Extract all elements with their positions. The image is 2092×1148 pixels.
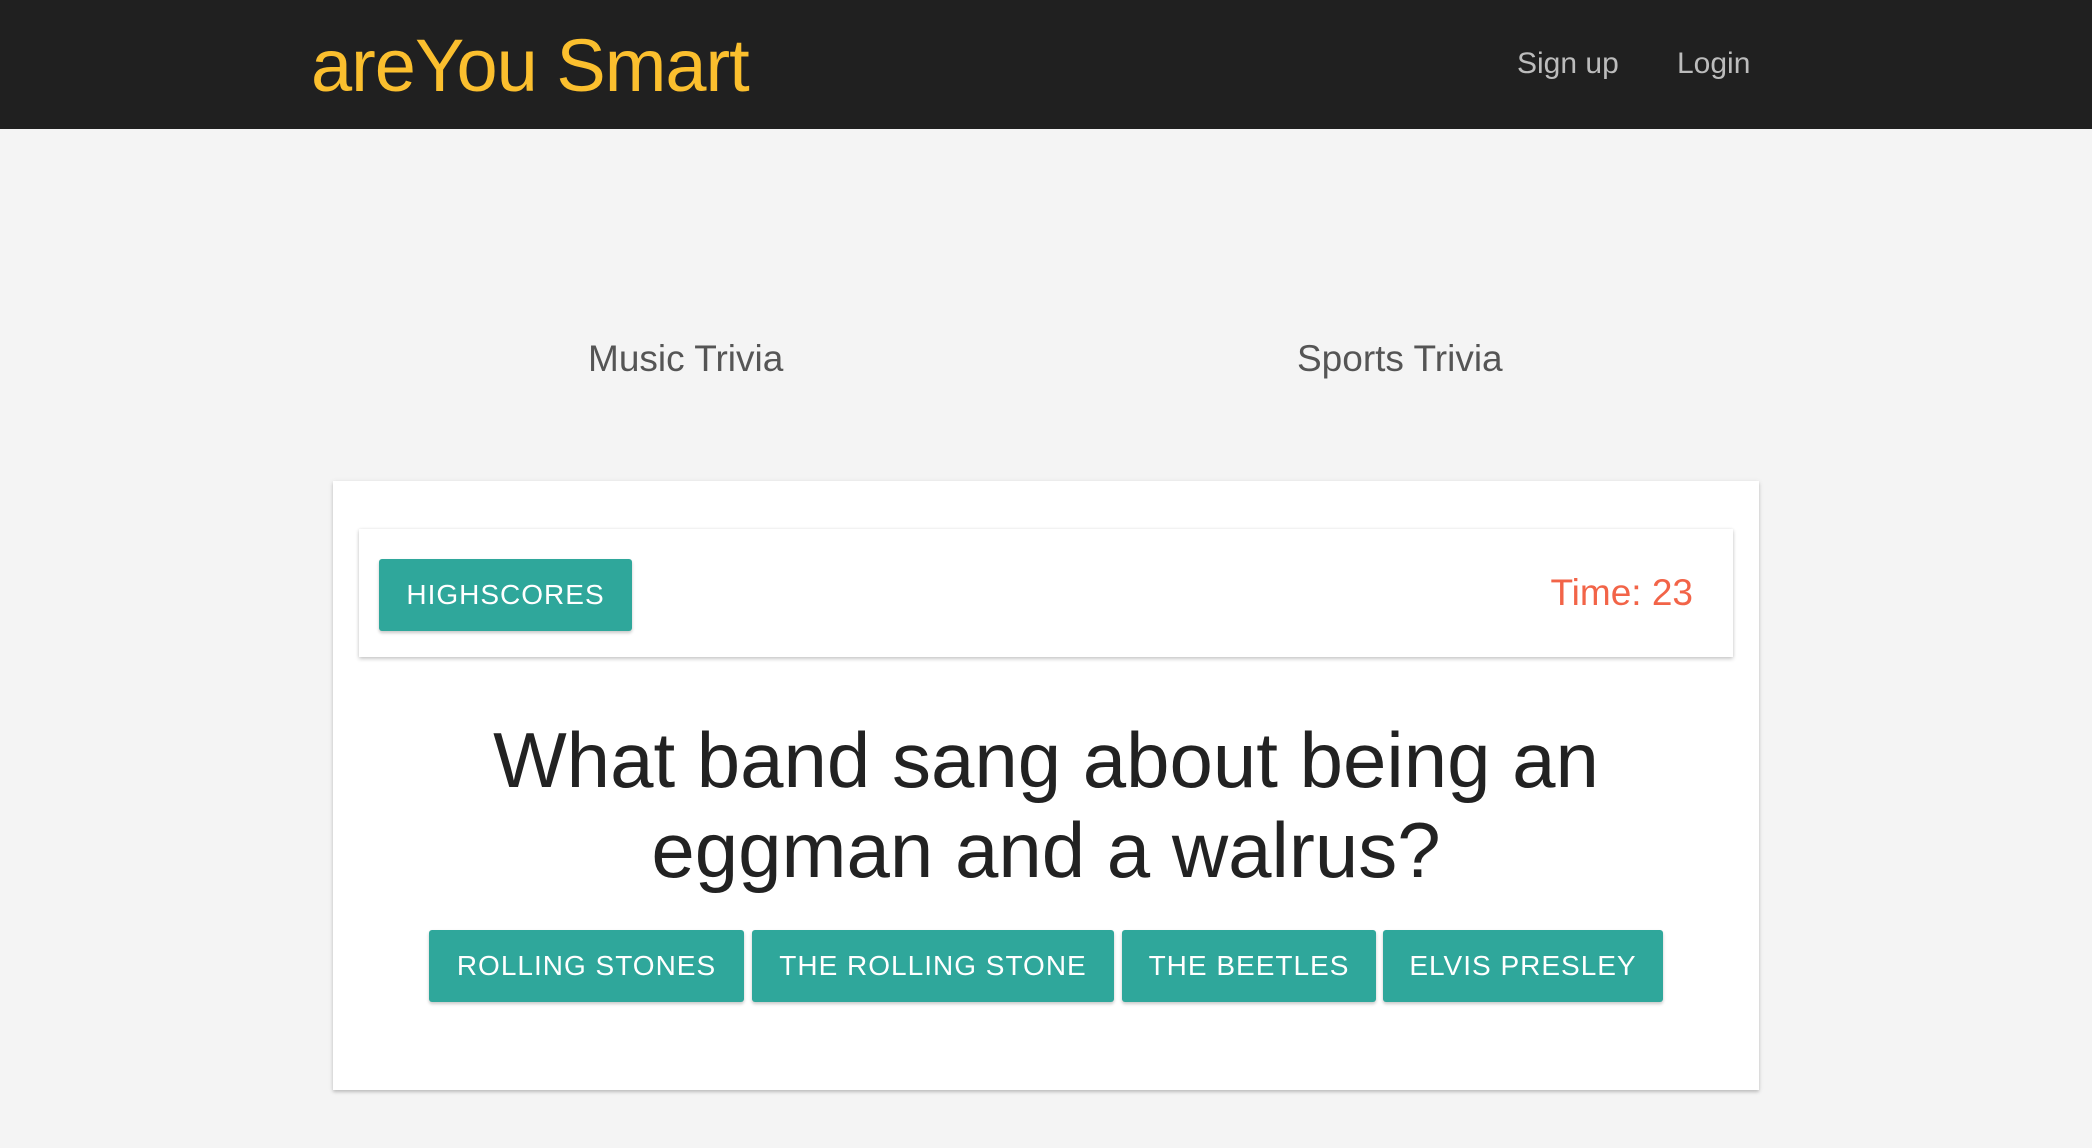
timer-text: Time: 23	[1550, 572, 1693, 613]
sports-trivia-link[interactable]: Sports Trivia	[1297, 338, 1503, 380]
answer-button-the-beetles[interactable]: THE BEETLES	[1122, 930, 1376, 1002]
answer-options: ROLLING STONES THE ROLLING STONE THE BEE…	[333, 930, 1759, 1002]
answer-button-elvis-presley[interactable]: ELVIS PRESLEY	[1383, 930, 1663, 1002]
music-trivia-link[interactable]: Music Trivia	[588, 338, 783, 380]
quiz-header-bar: HIGHSCORES Time: 23	[359, 529, 1733, 657]
question-text: What band sang about being an eggman and…	[493, 716, 1599, 894]
answer-button-the-rolling-stone[interactable]: THE ROLLING STONE	[752, 930, 1114, 1002]
login-link[interactable]: Login	[1677, 44, 1750, 84]
highscores-button[interactable]: HIGHSCORES	[379, 559, 632, 631]
signup-link[interactable]: Sign up	[1517, 44, 1619, 84]
quiz-card: HIGHSCORES Time: 23 What band sang about…	[333, 481, 1759, 1090]
top-navbar: areYou Smart Sign up Login	[0, 0, 2092, 129]
answer-button-rolling-stones[interactable]: ROLLING STONES	[429, 930, 744, 1002]
brand-logo-link[interactable]: areYou Smart	[311, 24, 750, 108]
